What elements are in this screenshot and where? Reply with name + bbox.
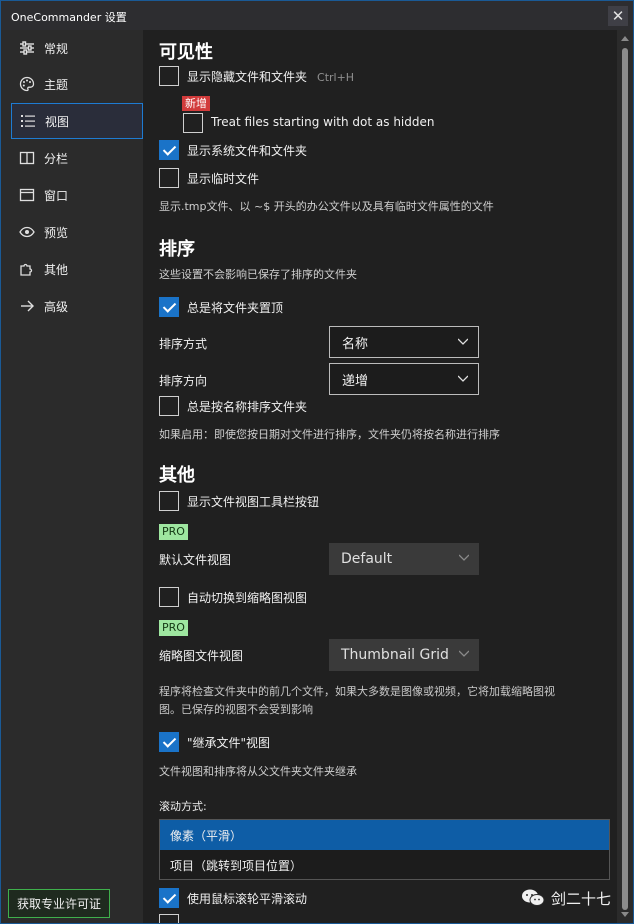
thumbnail-view-select[interactable]: Thumbnail Grid [329, 639, 479, 671]
toolbar-button-label: 显示文件视图工具栏按钮 [187, 495, 320, 509]
chevron-down-icon [458, 375, 468, 382]
sidebar-item-label: 其他 [44, 262, 69, 277]
sorting-description: 这些设置不会影响已保存了排序的文件夹 [159, 268, 357, 281]
show-hidden-checkbox[interactable] [159, 66, 179, 86]
thumbnail-view-label: 缩略图文件视图 [159, 649, 244, 663]
sidebar-item-other[interactable]: 其他 [11, 251, 143, 287]
partial-checkbox[interactable] [159, 914, 179, 923]
sort-by-value: 名称 [342, 336, 369, 352]
sidebar-item-view[interactable]: 视图 [11, 103, 143, 139]
sort-folders-by-name-label: 总是按名称排序文件夹 [187, 400, 308, 414]
pro-badge: PRO [159, 524, 188, 540]
scroll-mode-list: 像素（平滑） 项目（跳转到项目位置） [159, 819, 610, 880]
sidebar-item-window[interactable]: 窗口 [11, 177, 143, 213]
smooth-wheel-checkbox[interactable] [159, 888, 179, 908]
wechat-icon [522, 889, 545, 906]
show-temp-checkbox[interactable] [159, 168, 179, 188]
columns-icon [18, 149, 36, 167]
sidebar-item-advanced[interactable]: 高级 [11, 288, 143, 324]
default-view-select[interactable]: Default [329, 543, 479, 575]
get-license-button[interactable]: 获取专业许可证 [8, 889, 110, 918]
eye-icon [18, 223, 36, 241]
sliders-icon [18, 39, 36, 57]
toolbar-button-checkbox[interactable] [159, 491, 179, 511]
scroll-mode-label: 滚动方式: [159, 800, 207, 813]
window-icon [18, 186, 36, 204]
chevron-down-icon [459, 650, 469, 657]
sidebar: 常规 主题 视图 分栏 窗口 预览 其他 高级 [1, 30, 143, 923]
arrow-right-icon [18, 297, 36, 315]
list-item[interactable]: 项目（跳转到项目位置） [160, 850, 609, 880]
show-temp-label: 显示临时文件 [187, 172, 260, 186]
sidebar-item-columns[interactable]: 分栏 [11, 140, 143, 176]
settings-content: 可见性 显示隐藏文件和文件夹 Ctrl+H 新增 Treat files star… [143, 30, 617, 923]
show-hidden-label: 显示隐藏文件和文件夹 [187, 70, 308, 84]
vertical-scrollbar[interactable] [617, 30, 633, 923]
sidebar-item-theme[interactable]: 主题 [11, 66, 143, 102]
inherit-view-label: "继承文件"视图 [187, 736, 271, 750]
dot-hidden-checkbox[interactable] [183, 113, 203, 133]
title-bar[interactable]: OneCommander 设置 ✕ [1, 1, 633, 30]
temp-description: 显示.tmp文件、以 ~$ 开头的办公文件以及具有临时文件属性的文件 [159, 200, 494, 213]
show-hidden-row: 显示隐藏文件和文件夹 Ctrl+H [187, 68, 354, 85]
folders-top-checkbox[interactable] [159, 297, 179, 317]
default-view-label: 默认文件视图 [159, 553, 232, 567]
chevron-down-icon [459, 554, 469, 561]
settings-window: OneCommander 设置 ✕ 常规 主题 视图 分栏 窗口 预览 其他 高… [0, 0, 634, 924]
watermark-text: 剑二十七 [551, 889, 612, 908]
sort-by-select[interactable]: 名称 [329, 326, 479, 358]
thumbnail-description-line-1: 程序将检查文件夹中的前几个文件，如果大多数是图像或视频，它将加载缩略图视 [159, 685, 555, 698]
thumbnail-description: 程序将检查文件夹中的前几个文件，如果大多数是图像或视频，它将加载缩略图视 图。已… [159, 683, 609, 719]
show-system-label: 显示系统文件和文件夹 [187, 144, 308, 158]
sort-by-name-description: 如果启用：即使您按日期对文件进行排序，文件夹仍将按名称进行排序 [159, 428, 500, 441]
sidebar-item-label: 窗口 [44, 188, 69, 203]
sort-direction-label: 排序方向 [159, 374, 208, 388]
scroll-up-icon[interactable] [621, 36, 629, 41]
inherit-view-checkbox[interactable] [159, 732, 179, 752]
list-icon [19, 112, 37, 130]
sort-by-label: 排序方式 [159, 337, 208, 351]
dot-hidden-label: Treat files starting with dot as hidden [211, 115, 435, 129]
sidebar-item-label: 常规 [44, 41, 69, 56]
new-badge: 新增 [182, 96, 210, 111]
section-heading-other: 其他 [159, 465, 195, 486]
chevron-down-icon [458, 338, 468, 345]
thumbnail-view-value: Thumbnail Grid [341, 647, 449, 663]
sidebar-item-label: 分栏 [44, 151, 69, 166]
inherit-description: 文件视图和排序将从父文件夹文件夹继承 [159, 765, 357, 778]
default-view-value: Default [341, 551, 393, 567]
close-button[interactable]: ✕ [608, 6, 628, 26]
list-item[interactable]: 像素（平滑） [160, 820, 609, 850]
pro-badge: PRO [159, 620, 188, 636]
section-heading-sorting: 排序 [159, 239, 195, 260]
sort-folders-by-name-checkbox[interactable] [159, 396, 179, 416]
watermark: 剑二十七 [521, 883, 631, 913]
sidebar-item-label: 高级 [44, 299, 69, 314]
smooth-wheel-label: 使用鼠标滚轮平滑滚动 [187, 892, 308, 906]
close-icon[interactable]: ✕ [612, 7, 625, 25]
thumbnail-description-line-2: 图。已保存的视图不会受到影响 [159, 703, 313, 716]
window-title: OneCommander 设置 [11, 11, 127, 24]
sidebar-item-preview[interactable]: 预览 [11, 214, 143, 250]
show-system-checkbox[interactable] [159, 140, 179, 160]
sidebar-item-label: 预览 [44, 225, 69, 240]
sidebar-item-label: 主题 [44, 77, 69, 92]
folders-top-label: 总是将文件夹置顶 [187, 301, 284, 315]
show-hidden-shortcut: Ctrl+H [317, 71, 355, 84]
sidebar-item-label: 视图 [45, 114, 70, 129]
sort-direction-select[interactable]: 递增 [329, 363, 479, 395]
sidebar-item-general[interactable]: 常规 [11, 30, 143, 66]
puzzle-icon [18, 260, 36, 278]
auto-thumbnail-label: 自动切换到缩略图视图 [187, 591, 308, 605]
palette-icon [18, 75, 36, 93]
section-heading-visibility: 可见性 [159, 42, 213, 63]
scrollbar-thumb[interactable] [622, 48, 628, 910]
auto-thumbnail-checkbox[interactable] [159, 587, 179, 607]
sort-direction-value: 递增 [342, 373, 369, 389]
